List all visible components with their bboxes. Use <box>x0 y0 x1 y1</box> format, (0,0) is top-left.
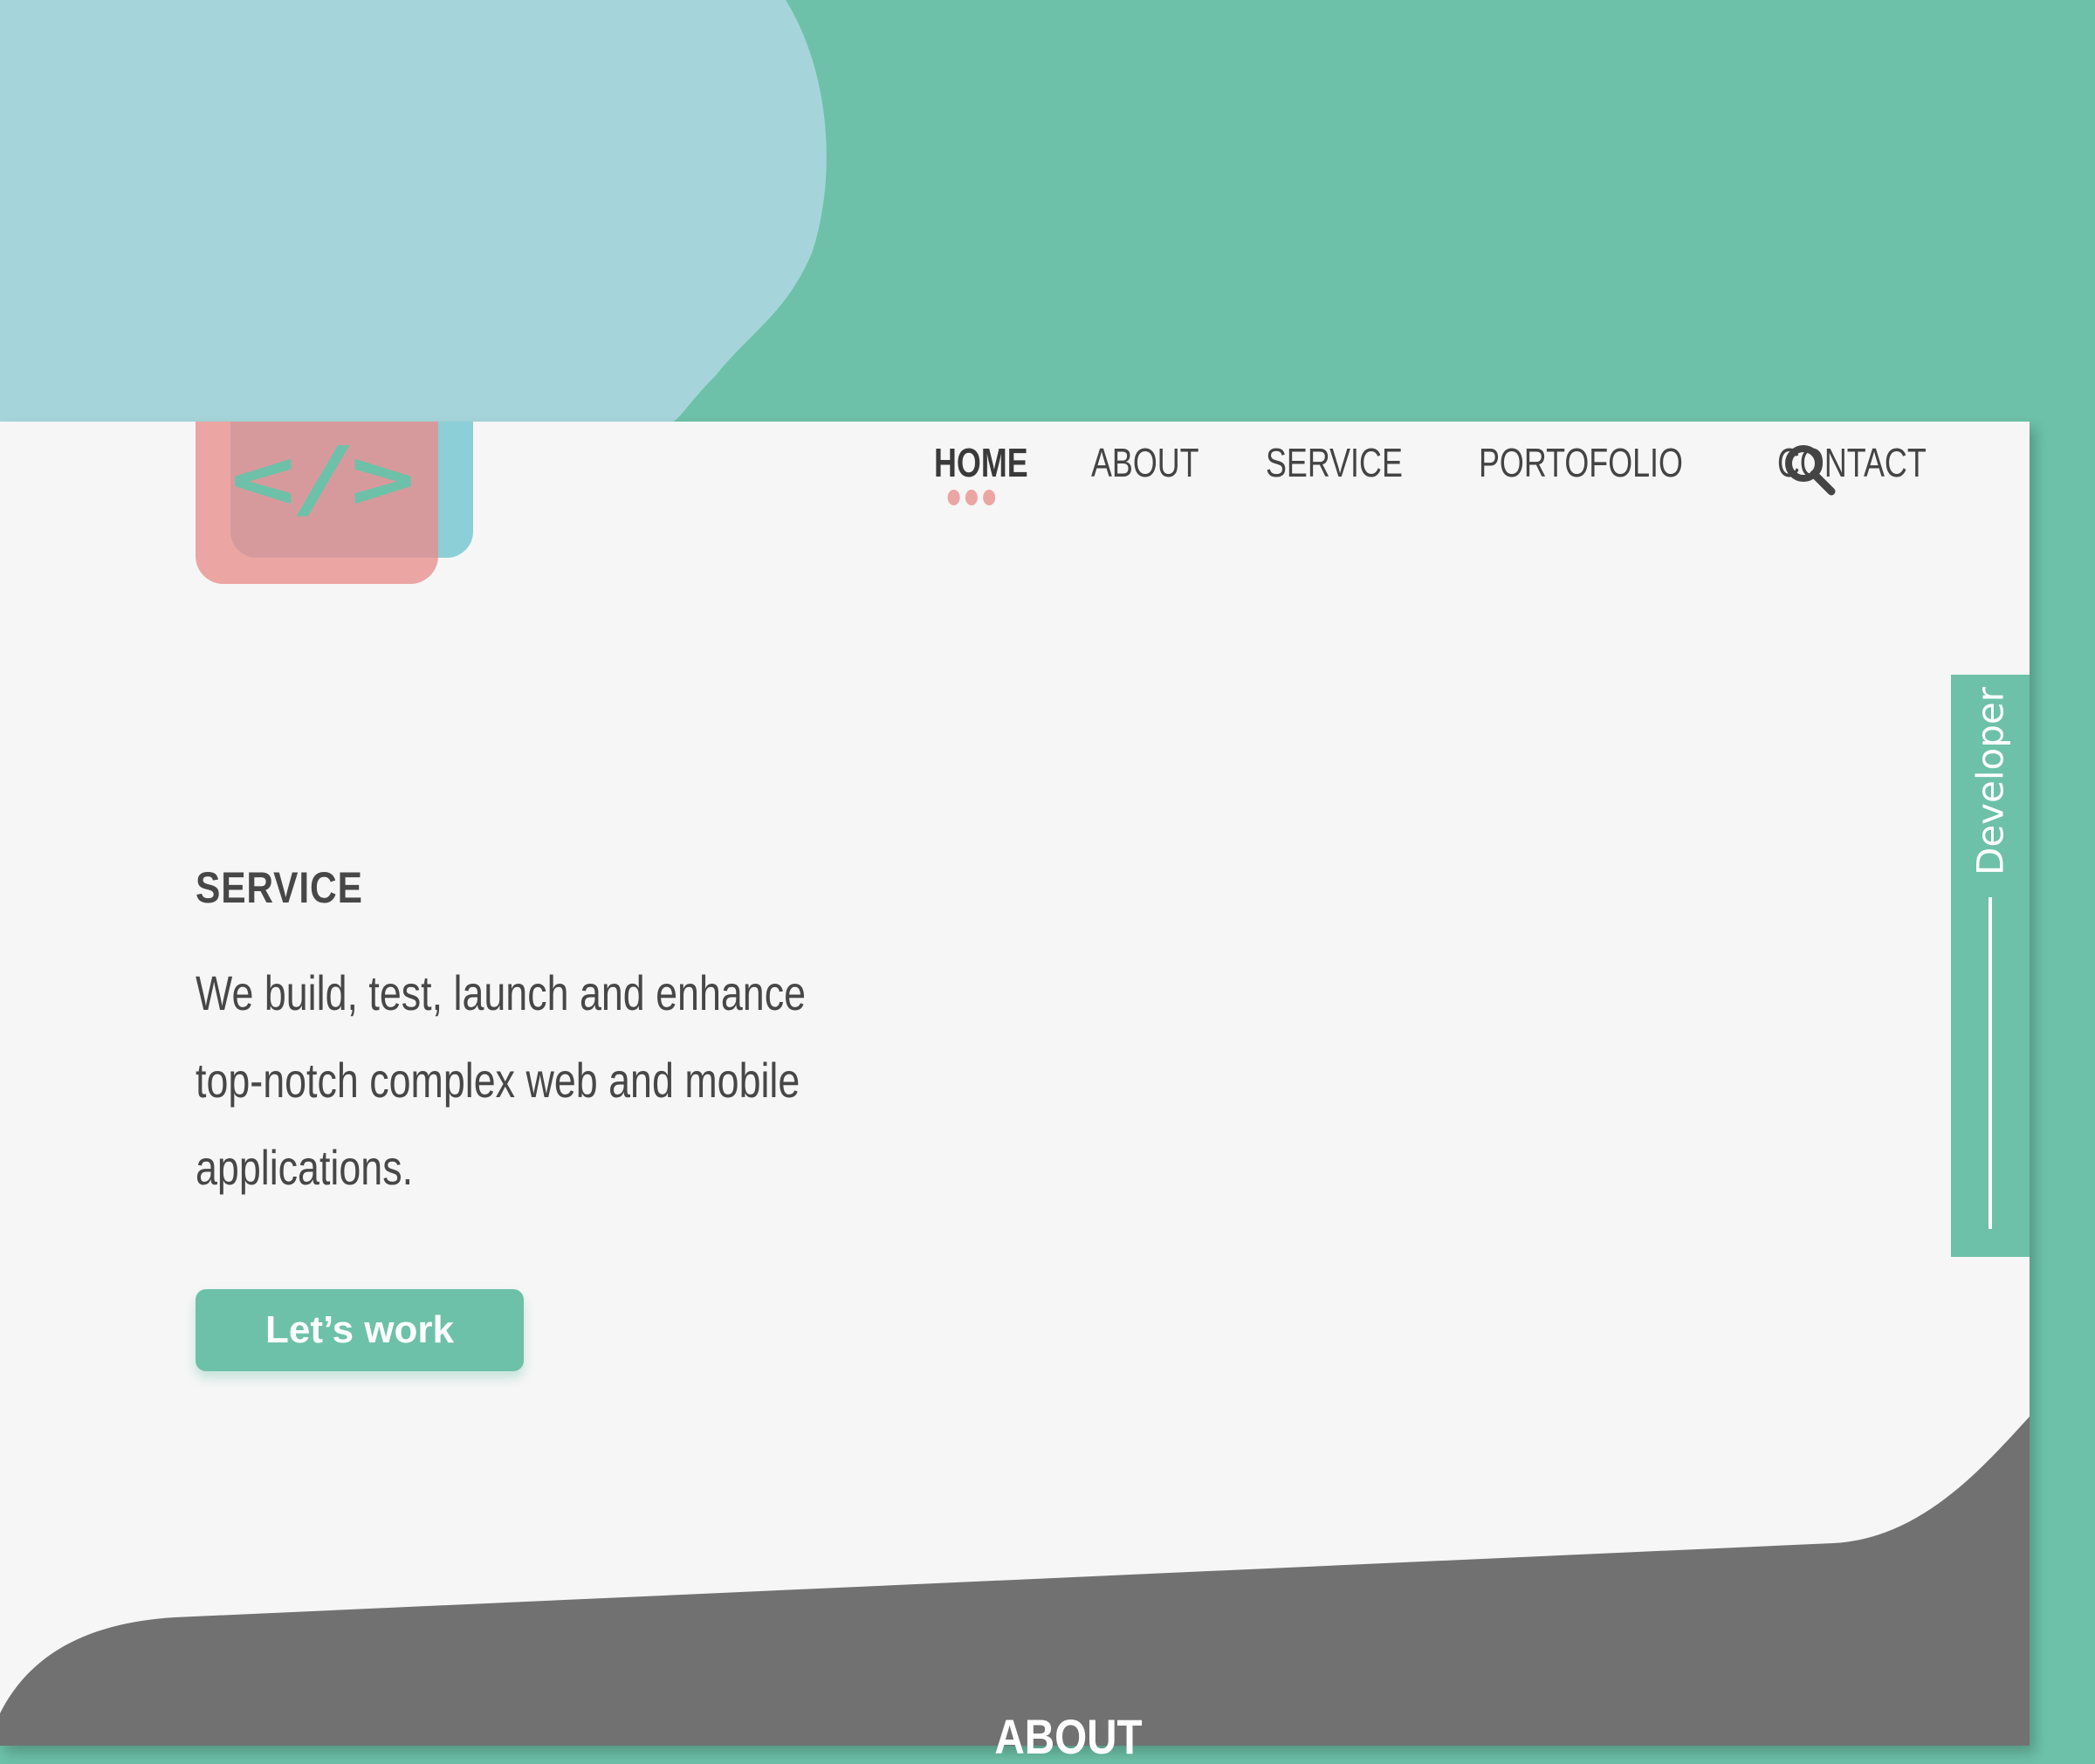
about-heading: ABOUT <box>994 1709 1143 1764</box>
nav-item-home[interactable]: HOME <box>934 439 1028 505</box>
lets-work-button[interactable]: Let’s work <box>196 1289 524 1371</box>
nav-item-label: SERVICE <box>1266 440 1404 485</box>
nav-item-label: HOME <box>934 440 1028 485</box>
hero-description: We build, test, launch and enhance top-n… <box>196 965 807 1195</box>
code-icon: </> <box>230 429 416 530</box>
hero-title: SERVICE <box>196 863 363 912</box>
nav-item-label: ABOUT <box>1091 440 1199 485</box>
nav-item-label: PORTOFOLIO <box>1478 440 1683 485</box>
search-icon[interactable] <box>1781 441 1837 497</box>
main-nav: HOME ABOUT SERVICE PORTOFOLIO CONTACT <box>934 439 2004 509</box>
main-page: </> HOME ABOUT SERVICE PORTOFOLIO CONTAC… <box>0 422 2030 1746</box>
side-tab-line <box>1989 897 1992 1229</box>
active-indicator-dots <box>947 490 996 505</box>
side-tab-label: Developer <box>1968 686 2012 876</box>
nav-item-about[interactable]: ABOUT <box>1091 439 1199 486</box>
side-tab-developer[interactable]: Developer <box>1951 675 2030 1257</box>
hero-section: SERVICE We build, test, launch and enhan… <box>196 862 894 1211</box>
blue-blob <box>0 0 827 422</box>
nav-item-portofolio[interactable]: PORTOFOLIO <box>1479 439 1683 486</box>
nav-item-service[interactable]: SERVICE <box>1266 439 1403 486</box>
logo[interactable]: </> <box>196 422 473 610</box>
